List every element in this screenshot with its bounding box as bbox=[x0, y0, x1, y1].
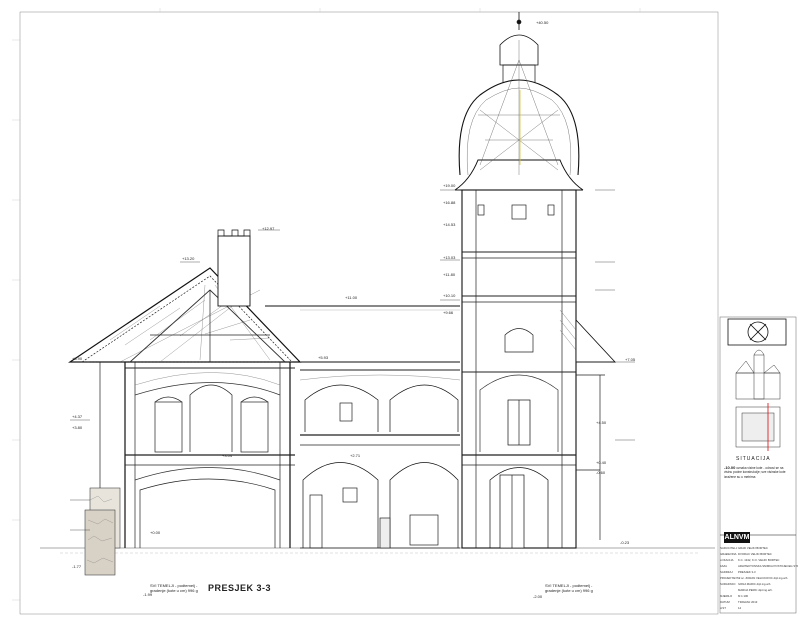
scale-note-left: SVI TEMELJI - podtemelj - gradenje (kote… bbox=[150, 583, 198, 593]
title-block-row: LOKACIJA K.Č. 1342, K.O. VELIKI BORTEC bbox=[720, 559, 798, 562]
title-block-value: IVANA MARIĆ dipl.ing.arh. bbox=[738, 583, 772, 586]
title-block-key: GRAĐEVINA bbox=[720, 553, 737, 556]
title-block-row: LIST 14 bbox=[720, 607, 798, 610]
mini-plan bbox=[735, 403, 781, 451]
section-title: PRESJEK 3-3 bbox=[208, 583, 272, 593]
scale-note-right: SVI TEMELJI - podtemelj - gradenje (kote… bbox=[545, 583, 593, 593]
elev-floor-4: +2.71 bbox=[350, 453, 361, 458]
title-block-row: MJERILO M 1:100 bbox=[720, 595, 798, 598]
elev-tower-6: +10.10 bbox=[443, 293, 456, 298]
title-block-row: PROJEKTANTdr.sc. ZORAN VELIČKOVIĆ dipl.i… bbox=[720, 577, 798, 580]
company-logo: ALNVM bbox=[724, 532, 750, 543]
title-block-value: DVORAC VELIKI BORTEC bbox=[738, 553, 772, 556]
drawing-sheet bbox=[0, 0, 800, 621]
title-block-value: PRESJEK 3-3 bbox=[738, 571, 756, 574]
elev-foundation-right: -2.00 bbox=[533, 594, 543, 599]
elev-tower-4: +13.03 bbox=[443, 255, 456, 260]
title-block-key: NARUČITELJ bbox=[720, 547, 738, 550]
elev-tower-5: +11.80 bbox=[443, 272, 456, 277]
legend: -10.00 oznaka visine kote - odnosi se na… bbox=[724, 465, 792, 479]
elev-tower-2: +16.88 bbox=[443, 200, 456, 205]
elev-ground: +0.00 bbox=[150, 530, 161, 535]
title-block-key: SURADNICI bbox=[720, 583, 736, 586]
title-block-key: SADRŽAJ bbox=[720, 571, 733, 574]
elev-tower-1: +19.00 bbox=[443, 183, 456, 188]
elev-eave-right: +5.93 bbox=[318, 355, 329, 360]
elev-floor-2: +3.80 bbox=[72, 425, 83, 430]
title-block-key: LOKACIJA bbox=[720, 559, 734, 562]
elev-right-4: -0.60 bbox=[596, 470, 606, 475]
elev-left-roof-top: +13.20 bbox=[182, 256, 195, 261]
title-block-row: FAZA ARHITEKTONSKA SNIMKA POSTOJEĆEG STAN… bbox=[720, 565, 798, 568]
elev-chimney-top: +12.97 bbox=[262, 226, 275, 231]
title-block-key: LIST bbox=[720, 607, 726, 610]
elev-right-1: +7.05 bbox=[625, 357, 636, 362]
title-block-value: K.Č. 1342, K.O. VELIKI BORTEC bbox=[738, 559, 780, 562]
title-block-key: FAZA bbox=[720, 565, 727, 568]
elev-right-3: +0.40 bbox=[596, 460, 607, 465]
elev-tower-3: +14.53 bbox=[443, 222, 456, 227]
title-block-key: PROJEKTANT bbox=[720, 577, 739, 580]
elev-right-2: +4.50 bbox=[596, 420, 607, 425]
title-block-value: dr.sc. ZORAN VELIČKOVIĆ dipl.ing.arh. bbox=[738, 577, 789, 580]
legend-mark: -10.00 bbox=[724, 465, 736, 470]
elev-base-left: -1.77 bbox=[72, 564, 82, 569]
title-block-row: GRAĐEVINA DVORAC VELIKI BORTEC bbox=[720, 553, 798, 556]
elev-floor-1: +4.37 bbox=[72, 414, 83, 419]
title-block-key: MJERILO bbox=[720, 595, 733, 598]
title-block-value: ARHITEKTONSKA SNIMKA POSTOJEĆEG STANJA bbox=[738, 565, 798, 568]
title-block-row: SADRŽAJ PRESJEK 3-3 bbox=[720, 571, 798, 574]
elev-base-right: -0.23 bbox=[620, 540, 630, 545]
title-block-key: DATUM bbox=[720, 601, 730, 604]
title-block-row: SURADNICI IVANA MARIĆ dipl.ing.arh. bbox=[720, 583, 798, 586]
title-block-value: M 1:100 bbox=[738, 595, 749, 598]
title-block-row: MARIJA PERIĆ dipl.ing.arh. bbox=[720, 589, 798, 592]
elev-eave-left: +5.90 bbox=[72, 356, 83, 361]
title-block-value: TRAVANJ 2013 bbox=[738, 601, 758, 604]
north-arrow-icon bbox=[727, 318, 787, 346]
situation-label: SITUACIJA bbox=[736, 456, 771, 462]
title-block-value: 14 bbox=[738, 607, 742, 610]
title-block-row: DATUM TRAVANJ 2013 bbox=[720, 601, 798, 604]
elev-floor-3: +3.04 bbox=[222, 453, 233, 458]
title-block-row: NARUČITELJGRAD VELIKI BORTEC bbox=[720, 547, 798, 550]
title-block-value: GRAD VELIKI BORTEC bbox=[738, 547, 768, 550]
elev-tower-7: +9.66 bbox=[443, 310, 454, 315]
elev-roof-mid: +11.00 bbox=[345, 295, 358, 300]
elev-tower-top: +40.50 bbox=[536, 20, 549, 25]
title-block-value: MARIJA PERIĆ dipl.ing.arh. bbox=[738, 589, 773, 592]
mini-elevation bbox=[735, 349, 781, 400]
